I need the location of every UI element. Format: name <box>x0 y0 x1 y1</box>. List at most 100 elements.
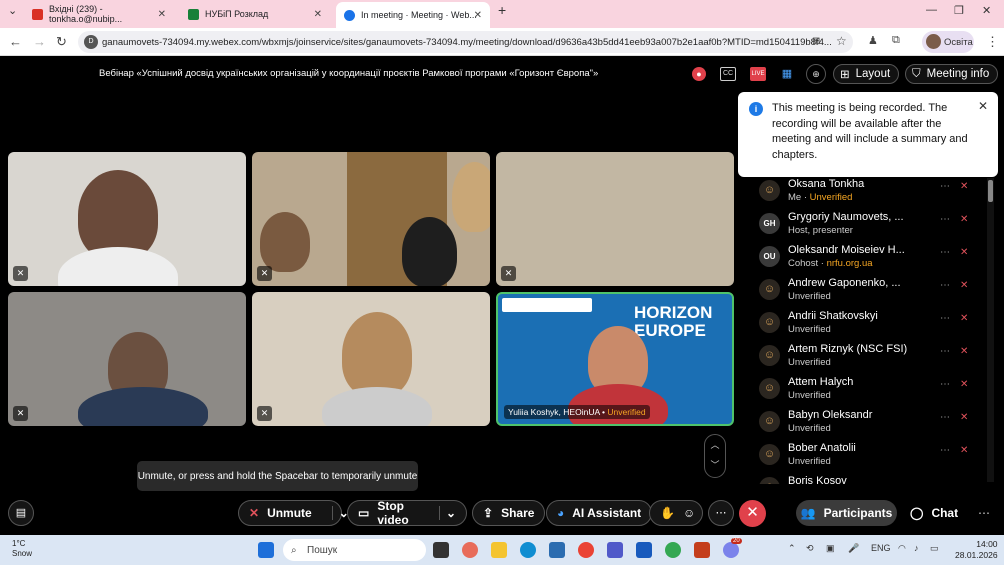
active-speaker-tile[interactable]: HORIZON EUROPE Yuliia Koshyk, HEOinUA • … <box>496 292 734 426</box>
close-icon[interactable]: ✕ <box>314 9 322 20</box>
scrollbar-thumb[interactable] <box>988 180 993 202</box>
ai-assistant-button[interactable]: ◕ AI Assistant <box>546 500 653 526</box>
captions-toggle-icon[interactable]: ▤ <box>8 500 34 526</box>
powerpoint-icon[interactable] <box>694 542 710 558</box>
tray-app-icon[interactable]: ▣ <box>826 543 835 554</box>
muted-mic-icon[interactable]: ✕ <box>960 445 968 456</box>
live-icon[interactable]: LIVE <box>750 67 766 81</box>
url-field[interactable]: D ganaumovets-734094.my.webex.com/wbxmjs… <box>78 31 853 53</box>
list-item[interactable]: ☺ Andrii Shatkovskyi Unverified ⋯ ✕ <box>752 310 986 343</box>
wifi-icon[interactable]: ◠ <box>898 543 906 554</box>
list-item[interactable]: ☺ Boris Kosov <box>752 475 986 484</box>
forward-icon[interactable]: → <box>33 34 46 49</box>
list-item[interactable]: ☺ Oksana Tonkha Me · Unverified ⋯ ✕ <box>752 178 986 211</box>
zoom-icon[interactable]: ⊕ <box>806 64 826 84</box>
reload-icon[interactable]: ↻ <box>56 34 67 50</box>
extensions-icon[interactable]: ⧉ <box>892 34 900 47</box>
maximize-icon[interactable]: ❐ <box>954 4 964 17</box>
layout-button[interactable]: ⊞ Layout <box>833 64 900 84</box>
list-item[interactable]: OU Oleksandr Moiseiev H... Cohost · nrfu… <box>752 244 986 277</box>
edge-icon[interactable] <box>520 542 536 558</box>
muted-mic-icon[interactable]: ✕ <box>960 181 968 192</box>
file-explorer-icon[interactable] <box>491 542 507 558</box>
stop-video-button[interactable]: ▭ Stop video ⌄ <box>347 499 467 527</box>
copilot-icon[interactable] <box>462 542 478 558</box>
meeting-info-button[interactable]: ⛉ Meeting info <box>905 64 999 84</box>
recording-icon[interactable]: ● <box>692 67 706 81</box>
video-tile[interactable]: ✕ <box>252 292 490 426</box>
profile-chip[interactable]: Освіта <box>922 31 974 53</box>
tab-list-icon[interactable]: ⌄ <box>8 4 17 17</box>
close-window-icon[interactable]: ✕ <box>982 4 991 17</box>
chrome-profile-icon[interactable] <box>665 542 681 558</box>
chevron-down-icon[interactable]: ⌄ <box>438 506 456 520</box>
muted-mic-icon[interactable]: ✕ <box>960 412 968 423</box>
page-nav[interactable]: ︿ ﹀ <box>704 434 726 478</box>
tray-app-icon[interactable]: ⟲ <box>806 543 814 554</box>
translate-icon[interactable]: ⊞ <box>812 36 820 47</box>
minimize-icon[interactable]: — <box>926 4 937 16</box>
close-icon[interactable]: ✕ <box>978 99 988 115</box>
chevron-up-icon[interactable]: ⌃ <box>788 543 796 554</box>
extension-icon[interactable]: ♟ <box>868 34 878 47</box>
video-tile[interactable]: ✕ <box>8 292 246 426</box>
new-tab-icon[interactable]: + <box>498 2 506 18</box>
battery-icon[interactable]: ▭ <box>930 543 939 554</box>
muted-mic-icon[interactable]: ✕ <box>960 379 968 390</box>
menu-icon[interactable]: ⋮ <box>986 34 999 50</box>
more-icon[interactable]: ⋯ <box>940 247 950 258</box>
chevron-up-icon[interactable]: ︿ <box>705 435 725 455</box>
list-item[interactable]: ☺ Attem Halych Unverified ⋯ ✕ <box>752 376 986 409</box>
tab-gmail[interactable]: Вхідні (239) - tonkha.o@nubip... ✕ <box>24 3 174 25</box>
more-icon[interactable]: ⋯ <box>940 412 950 423</box>
back-icon[interactable]: ← <box>9 34 22 49</box>
muted-mic-icon[interactable]: ✕ <box>960 247 968 258</box>
more-options-icon[interactable]: ⋯ <box>708 500 734 526</box>
mic-icon[interactable]: 🎤 <box>848 543 859 554</box>
leave-meeting-button[interactable]: ✕ <box>739 500 766 527</box>
reactions-group[interactable]: ✋ ☺ <box>649 500 703 526</box>
video-tile[interactable]: ✕ <box>8 152 246 286</box>
apps-icon[interactable]: ▦ <box>779 67 795 81</box>
video-tile[interactable]: ✕ <box>252 152 490 286</box>
captions-icon[interactable]: CC <box>720 67 736 81</box>
muted-mic-icon[interactable]: ✕ <box>960 346 968 357</box>
weather-widget[interactable]: 1°C Snow <box>12 539 32 559</box>
tab-schedule[interactable]: НУБіП Розклад ✕ <box>180 3 330 25</box>
list-item[interactable]: GH Grygoriy Naumovets, ... Host, present… <box>752 211 986 244</box>
participants-button[interactable]: 👥 Participants <box>796 500 897 526</box>
raise-hand-icon[interactable]: ✋ <box>660 506 675 520</box>
share-button[interactable]: ⇪ Share <box>472 500 546 526</box>
store-icon[interactable] <box>549 542 565 558</box>
list-item[interactable]: ☺ Andrew Gaponenko, ... Unverified ⋯ ✕ <box>752 277 986 310</box>
close-icon[interactable]: ✕ <box>158 9 166 20</box>
unmute-button[interactable]: ✕ Unmute ⌄ <box>238 500 349 526</box>
volume-icon[interactable]: ♪ <box>914 543 919 553</box>
muted-mic-icon[interactable]: ✕ <box>960 280 968 291</box>
language-indicator[interactable]: ENG <box>871 543 891 553</box>
list-item[interactable]: ☺ Bober Anatolii Unverified ⋯ ✕ <box>752 442 986 475</box>
more-icon[interactable]: ⋯ <box>978 506 990 520</box>
participants-scrollbar[interactable] <box>987 178 994 482</box>
teams-icon[interactable] <box>723 542 739 558</box>
site-info-icon[interactable]: D <box>84 35 98 49</box>
more-icon[interactable]: ⋯ <box>940 445 950 456</box>
more-icon[interactable]: ⋯ <box>940 346 950 357</box>
bookmark-icon[interactable]: ☆ <box>836 34 847 48</box>
list-item[interactable]: ☺ Artem Riznyk (NSC FSI) Unverified ⋯ ✕ <box>752 343 986 376</box>
word-icon[interactable] <box>636 542 652 558</box>
task-view-icon[interactable] <box>433 542 449 558</box>
tab-webex[interactable]: In meeting · Meeting · Web... ✕ <box>336 2 490 28</box>
taskbar-search[interactable]: ⌕ Пошук <box>283 539 426 561</box>
chevron-down-icon[interactable]: ﹀ <box>705 455 725 475</box>
more-icon[interactable]: ⋯ <box>940 214 950 225</box>
list-item[interactable]: ☺ Babyn Oleksandr Unverified ⋯ ✕ <box>752 409 986 442</box>
more-icon[interactable]: ⋯ <box>940 379 950 390</box>
more-icon[interactable]: ⋯ <box>940 181 950 192</box>
more-icon[interactable]: ⋯ <box>940 280 950 291</box>
emoji-icon[interactable]: ☺ <box>683 506 695 520</box>
close-icon[interactable]: ✕ <box>474 10 482 21</box>
chat-button[interactable]: ◯ Chat <box>910 500 958 526</box>
more-icon[interactable]: ⋯ <box>940 313 950 324</box>
muted-mic-icon[interactable]: ✕ <box>960 214 968 225</box>
